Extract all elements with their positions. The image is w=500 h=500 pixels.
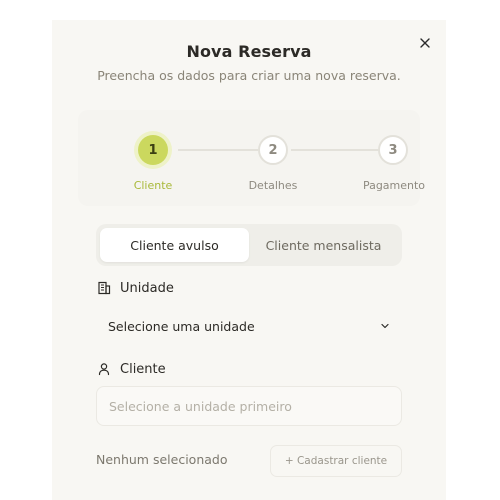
client-type-toggle: Cliente avulso Cliente mensalista: [96, 224, 402, 266]
tab-cliente-avulso[interactable]: Cliente avulso: [100, 228, 249, 262]
step-1-label: Cliente: [133, 179, 173, 192]
tab-cliente-mensalista[interactable]: Cliente mensalista: [249, 228, 398, 262]
chevron-down-icon: [380, 319, 390, 334]
modal-title: Nova Reserva: [186, 42, 312, 61]
step-2-label: Detalhes: [248, 179, 298, 192]
step-3-circle[interactable]: 3: [378, 135, 408, 165]
add-client-button[interactable]: + Cadastrar cliente: [270, 445, 402, 477]
unidade-label: Unidade: [96, 280, 174, 296]
cliente-search-input[interactable]: [96, 386, 402, 426]
cliente-label-text: Cliente: [120, 361, 166, 377]
unidade-select-value: Selecione uma unidade: [108, 318, 255, 334]
step-connector-1: [178, 149, 258, 151]
unidade-select[interactable]: Selecione uma unidade: [96, 307, 402, 345]
new-reservation-modal: Nova Reserva Preencha os dados para cria…: [52, 20, 446, 500]
step-2-circle[interactable]: 2: [258, 135, 288, 165]
step-3-label: Pagamento: [362, 179, 426, 192]
step-connector-2: [291, 149, 391, 151]
selection-status: Nenhum selecionado: [96, 452, 228, 467]
user-icon: [96, 361, 112, 377]
stepper: 1 2 3 Cliente Detalhes Pagamento: [78, 110, 425, 206]
modal-subtitle: Preencha os dados para criar uma nova re…: [97, 68, 401, 83]
step-1-circle[interactable]: 1: [138, 135, 168, 165]
cliente-label: Cliente: [96, 361, 166, 377]
building-icon: [96, 280, 112, 296]
unidade-label-text: Unidade: [120, 280, 174, 296]
